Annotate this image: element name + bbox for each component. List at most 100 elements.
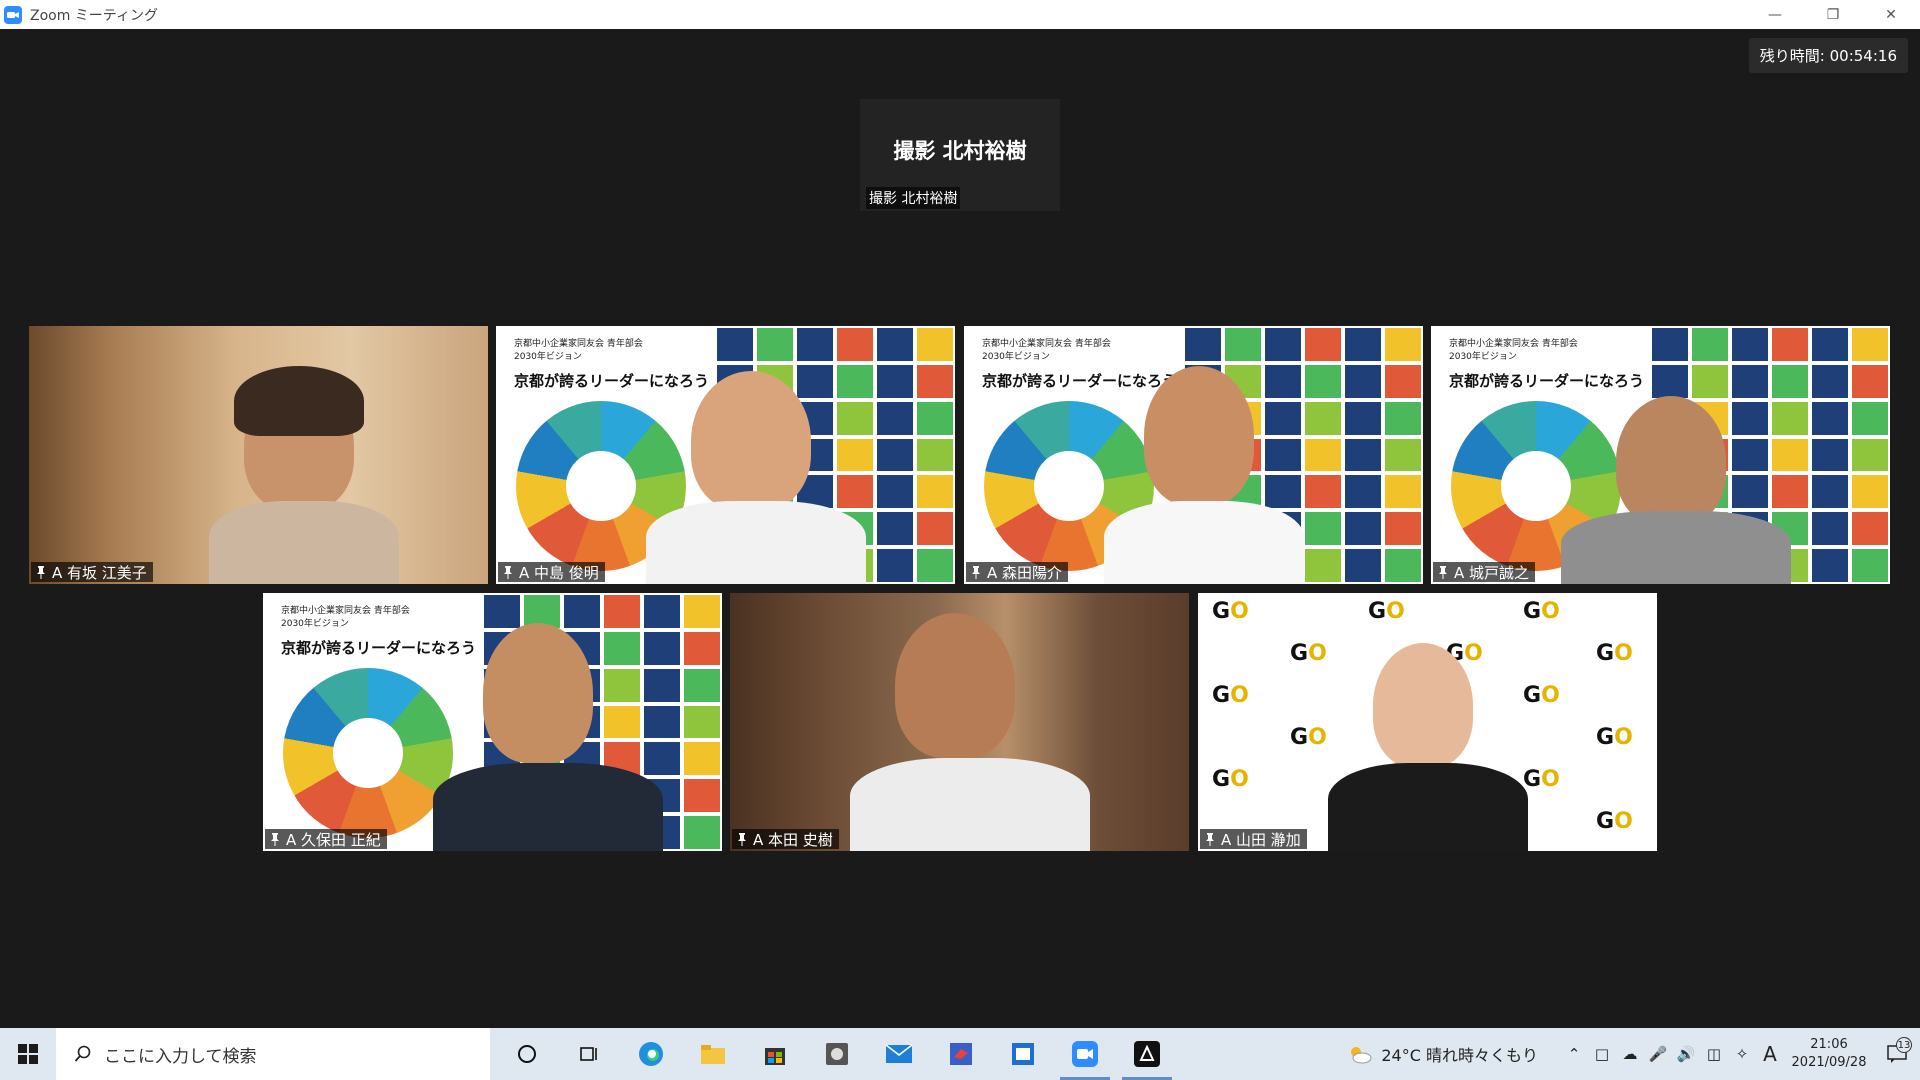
start-button[interactable] — [0, 1028, 56, 1080]
slide-grid-cell — [915, 473, 955, 511]
chevron-up-icon[interactable]: ⌃ — [1560, 1028, 1588, 1080]
slide-grid-cell — [1383, 326, 1423, 363]
slide-grid-cell — [875, 362, 915, 400]
slide-grid-cell — [1383, 510, 1423, 548]
participant-name: A 城戸誠之 — [1454, 563, 1530, 582]
ime-indicator[interactable]: A — [1756, 1028, 1784, 1080]
battery-icon[interactable]: ◫ — [1700, 1028, 1728, 1080]
participant-tile[interactable]: 京都中小企業家同友会 青年部会 2030年ビジョン 京都が誇るリーダーになろう A… — [263, 593, 722, 851]
slide-grid-cell — [835, 473, 875, 511]
slide-title: 京都が誇るリーダーになろう — [514, 372, 710, 390]
store-icon[interactable] — [744, 1028, 806, 1080]
taskbar-clock[interactable]: 21:06 2021/09/28 — [1784, 1036, 1874, 1072]
participant-name-badge: A 森田陽介 — [966, 562, 1069, 582]
participant-tile[interactable]: A 本田 史樹 — [730, 593, 1189, 851]
slide-grid-cell — [1263, 362, 1303, 400]
slide-grid-cell — [875, 473, 915, 511]
slide-grid-cell — [1770, 399, 1810, 437]
participant-tile[interactable]: GO GO GO GO GO GO GO GO GO GO GO GO GO A… — [1198, 593, 1657, 851]
slide-grid-cell — [875, 510, 915, 548]
notification-center-button[interactable]: 13 — [1874, 1037, 1920, 1063]
pin-icon — [37, 566, 45, 579]
participant-body — [850, 758, 1090, 851]
slide-grid-cell — [1383, 473, 1423, 511]
slide-grid-cell — [1223, 326, 1263, 363]
participant-body — [1561, 511, 1791, 584]
app-icon[interactable] — [806, 1028, 868, 1080]
participant-face — [1373, 643, 1473, 768]
participant-tile[interactable]: A 有坂 江美子 — [29, 326, 488, 584]
slide-grid-cell — [482, 593, 522, 630]
slide-grid-cell — [1343, 399, 1383, 437]
participant-tile[interactable]: 京都中小企業家同友会 青年部会 2030年ビジョン 京都が誇るリーダーになろう A… — [496, 326, 955, 584]
pin-icon — [271, 833, 279, 846]
participant-tile[interactable]: 京都中小企業家同友会 青年部会 2030年ビジョン 京都が誇るリーダーになろう A… — [964, 326, 1423, 584]
participant-body — [433, 763, 663, 851]
zoom-icon[interactable] — [1054, 1028, 1116, 1080]
slide-grid-cell — [915, 510, 955, 548]
participant-name-badge: A 中島 俊明 — [498, 562, 605, 582]
slide-grid-cell — [1690, 326, 1730, 363]
slide-grid-cell — [1770, 326, 1810, 363]
notification-count: 13 — [1896, 1037, 1912, 1053]
slide-grid-cell — [1850, 399, 1890, 437]
participant-name: A 山田 瀞加 — [1221, 830, 1301, 849]
app-icon[interactable] — [1116, 1028, 1178, 1080]
slide-grid-cell — [1263, 473, 1303, 511]
slide-title: 京都が誇るリーダーになろう — [1449, 372, 1645, 390]
clock-time: 21:06 — [1810, 1037, 1848, 1052]
slide-grid-cell — [1770, 362, 1810, 400]
slide-grid-cell — [682, 629, 722, 667]
slide-grid-cell — [1730, 436, 1770, 474]
app-icon[interactable] — [992, 1028, 1054, 1080]
cortana-icon[interactable] — [496, 1028, 558, 1080]
slide-grid-cell — [562, 593, 602, 630]
slide-grid-cell — [682, 666, 722, 704]
slide-grid-cell — [795, 326, 835, 363]
window-title: Zoom ミーティング — [30, 7, 158, 24]
participant-body — [209, 501, 399, 584]
meet-now-icon[interactable]: □ — [1588, 1028, 1616, 1080]
pin-icon — [504, 566, 512, 579]
participant-face — [1144, 366, 1254, 506]
slide-grid-cell — [1343, 547, 1383, 584]
slide-grid-cell — [602, 703, 642, 741]
edge-icon[interactable] — [620, 1028, 682, 1080]
weather-widget[interactable]: 24°C 晴れ時々くもり — [1347, 1042, 1538, 1066]
slide-grid-cell — [682, 703, 722, 741]
slide-grid-cell — [1850, 362, 1890, 400]
remaining-time-label: 残り時間: — [1759, 47, 1825, 65]
mail-icon[interactable] — [868, 1028, 930, 1080]
taskbar-search-box[interactable]: ここに入力して検索 — [56, 1028, 490, 1080]
slide-grid-cell — [1383, 362, 1423, 400]
microphone-icon[interactable]: 🎤 — [1644, 1028, 1672, 1080]
slide-grid-cell — [1810, 436, 1850, 474]
active-speaker-tile[interactable]: 撮影 北村裕樹 撮影 北村裕樹 — [860, 99, 1060, 211]
participant-face — [691, 371, 811, 511]
close-button[interactable]: ✕ — [1862, 0, 1920, 29]
slide-grid-cell — [1690, 362, 1730, 400]
file-explorer-icon[interactable] — [682, 1028, 744, 1080]
slide-grid-cell — [602, 629, 642, 667]
task-view-icon[interactable] — [558, 1028, 620, 1080]
slide-grid-cell — [1383, 436, 1423, 474]
slide-grid-cell — [755, 326, 795, 363]
slide-grid-cell — [1383, 547, 1423, 584]
slide-grid-cell — [1343, 362, 1383, 400]
onedrive-icon[interactable]: ☁ — [1616, 1028, 1644, 1080]
volume-icon[interactable]: 🔊 — [1672, 1028, 1700, 1080]
slide-grid-cell — [1303, 473, 1343, 511]
slide-grid-cell — [715, 326, 755, 363]
participant-face — [1616, 396, 1726, 526]
clock-date: 2021/09/28 — [1791, 1055, 1867, 1070]
minimize-button[interactable]: — — [1746, 0, 1804, 29]
slide-grid-cell — [642, 666, 682, 704]
app-icon[interactable] — [930, 1028, 992, 1080]
participant-tile[interactable]: 京都中小企業家同友会 青年部会 2030年ビジョン 京都が誇るリーダーになろう A… — [1431, 326, 1890, 584]
remaining-time-value: 00:54:16 — [1829, 47, 1897, 65]
slide-grid-cell — [1343, 436, 1383, 474]
app-tray-icon[interactable]: ✧ — [1728, 1028, 1756, 1080]
slide-grid-cell — [1730, 399, 1770, 437]
partly-cloudy-icon — [1351, 1047, 1372, 1064]
restore-button[interactable]: ❐ — [1804, 0, 1862, 29]
